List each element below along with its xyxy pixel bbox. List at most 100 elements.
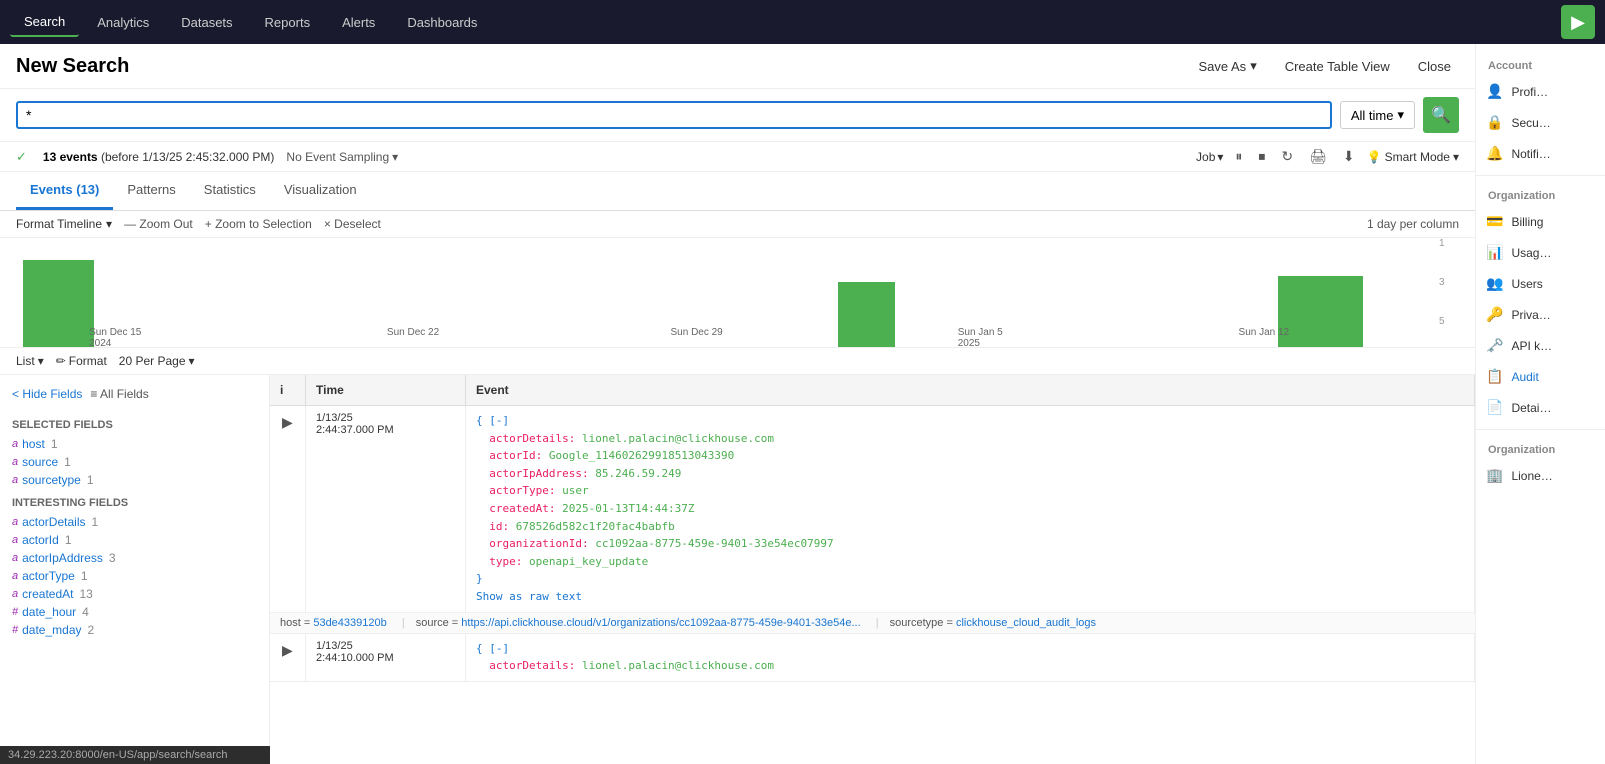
- url-bar: 34.29.223.20:8000/en-US/app/search/searc…: [0, 746, 270, 764]
- expand-button-1[interactable]: ▶: [280, 412, 295, 433]
- status-row: ✓ 13 events (before 1/13/25 2:45:32.000 …: [0, 142, 1475, 172]
- usage-icon: 📊: [1486, 244, 1503, 261]
- nav-item-alerts[interactable]: Alerts: [328, 9, 389, 36]
- timeline-controls: Format Timeline ▾ — Zoom Out + Zoom to S…: [0, 211, 1475, 238]
- tab-patterns[interactable]: Patterns: [113, 172, 189, 210]
- field-sourcetype[interactable]: a sourcetype 1: [0, 471, 269, 489]
- field-createdAt[interactable]: a createdAt 13: [0, 585, 269, 603]
- field-actorId[interactable]: a actorId 1: [0, 531, 269, 549]
- notifications-icon: 🔔: [1486, 145, 1503, 162]
- sidebar-item-profile[interactable]: 👤 Profi…: [1476, 76, 1605, 107]
- stop-button[interactable]: ⏹: [1254, 146, 1269, 167]
- show-raw-button-1[interactable]: Show as raw text: [476, 590, 582, 603]
- deselect-button[interactable]: × Deselect: [324, 217, 381, 231]
- sidebar-item-privacy[interactable]: 🔑 Priva…: [1476, 299, 1605, 330]
- time-cell-1: 1/13/252:44:37.000 PM: [306, 406, 466, 612]
- sidebar-item-billing[interactable]: 💳 Billing: [1476, 206, 1605, 237]
- status-right: Job ▾ ⏸ ⏹ ↻ 🖨 ⬇ 💡 Smart Mode ▾: [1196, 146, 1459, 167]
- close-button[interactable]: Close: [1410, 55, 1459, 78]
- field-actorDetails[interactable]: a actorDetails 1: [0, 513, 269, 531]
- th-expand: i: [270, 375, 306, 405]
- smart-mode-button[interactable]: 💡 Smart Mode ▾: [1367, 150, 1459, 164]
- zoom-to-selection-button[interactable]: + Zoom to Selection: [205, 217, 312, 231]
- sidebar-divider-1: [1476, 175, 1605, 176]
- all-fields-button[interactable]: ≡ All Fields: [90, 387, 148, 401]
- field-date_hour[interactable]: # date_hour 4: [0, 603, 269, 621]
- table-header: i Time Event: [270, 375, 1475, 406]
- search-input-wrap: [16, 101, 1332, 129]
- job-button[interactable]: Job ▾: [1196, 150, 1223, 164]
- results-table: i Time Event ▶ 1/13/252:44:37.000 PM { […: [270, 375, 1475, 764]
- refresh-button[interactable]: ↻: [1277, 146, 1297, 167]
- time-selector[interactable]: All time ▾: [1340, 101, 1415, 129]
- download-button[interactable]: ⬇: [1339, 146, 1359, 167]
- sidebar-item-audit[interactable]: 📋 Audit: [1476, 361, 1605, 392]
- details-icon: 📄: [1486, 399, 1503, 416]
- field-date_mday[interactable]: # date_mday 2: [0, 621, 269, 639]
- account-section-title: Account: [1476, 52, 1605, 76]
- expand-button-2[interactable]: ▶: [280, 640, 295, 661]
- search-bar-row: All time ▾ 🔍: [0, 89, 1475, 142]
- format-timeline-button[interactable]: Format Timeline ▾: [16, 217, 112, 231]
- per-page-button[interactable]: 20 Per Page ▾: [119, 354, 195, 368]
- page-title: New Search: [16, 55, 1190, 78]
- billing-icon: 💳: [1486, 213, 1503, 230]
- metadata-row-1: host = 53de4339120b | source = https://a…: [270, 612, 1475, 633]
- results-controls: List ▾ ✏ Format 20 Per Page ▾: [0, 348, 1475, 375]
- api-keys-icon: 🗝️: [1486, 337, 1503, 354]
- th-time: Time: [306, 375, 466, 405]
- search-go-button[interactable]: 🔍: [1423, 97, 1459, 133]
- chart-area: 5 3 1 Sun Dec 152024 Sun Dec 22: [0, 238, 1475, 348]
- org-section-title: Organization: [1476, 182, 1605, 206]
- sidebar-item-usage[interactable]: 📊 Usag…: [1476, 237, 1605, 268]
- event-cell-1: { [-] actorDetails: lionel.palacin@click…: [466, 406, 1475, 612]
- fields-panel: < Hide Fields ≡ All Fields SELECTED FIEL…: [0, 375, 270, 764]
- sidebar-item-security[interactable]: 🔒 Secu…: [1476, 107, 1605, 138]
- field-host[interactable]: a host 1: [0, 435, 269, 453]
- sidebar-divider-2: [1476, 429, 1605, 430]
- nav-go-button[interactable]: ▶: [1561, 5, 1595, 39]
- sidebar-item-users[interactable]: 👥 Users: [1476, 268, 1605, 299]
- time-cell-2: 1/13/252:44:10.000 PM: [306, 634, 466, 681]
- format-button[interactable]: ✏ Format: [56, 354, 107, 368]
- page-header: New Search Save As ▾ Create Table View C…: [0, 44, 1475, 89]
- main-container: New Search Save As ▾ Create Table View C…: [0, 44, 1605, 764]
- profile-icon: 👤: [1486, 83, 1503, 100]
- sidebar-item-notifications[interactable]: 🔔 Notifi…: [1476, 138, 1605, 169]
- tab-events[interactable]: Events (13): [16, 172, 113, 210]
- column-label: 1 day per column: [1367, 217, 1459, 231]
- search-input[interactable]: [26, 107, 1322, 123]
- collapse-btn-1[interactable]: [-]: [489, 414, 509, 427]
- field-actorIpAddress[interactable]: a actorIpAddress 3: [0, 549, 269, 567]
- pause-button[interactable]: ⏸: [1231, 146, 1246, 167]
- org-icon: 🏢: [1486, 467, 1503, 484]
- create-table-view-button[interactable]: Create Table View: [1277, 55, 1398, 78]
- tab-statistics[interactable]: Statistics: [190, 172, 270, 210]
- nav-item-analytics[interactable]: Analytics: [83, 9, 163, 36]
- chart-x-labels: Sun Dec 152024 Sun Dec 22 Sun Dec 29 Sun…: [16, 327, 1434, 347]
- top-nav: Search Analytics Datasets Reports Alerts…: [0, 0, 1605, 44]
- nav-item-reports[interactable]: Reports: [251, 9, 325, 36]
- hide-fields-button[interactable]: < Hide Fields: [12, 387, 82, 401]
- print-button[interactable]: 🖨: [1305, 146, 1331, 167]
- no-sampling-button[interactable]: No Event Sampling ▾: [286, 150, 398, 164]
- zoom-out-button[interactable]: — Zoom Out: [124, 217, 193, 231]
- tabs-row: Events (13) Patterns Statistics Visualiz…: [0, 172, 1475, 211]
- field-source[interactable]: a source 1: [0, 453, 269, 471]
- chart-y-labels: 5 3 1: [1439, 238, 1459, 327]
- sidebar-item-org-name[interactable]: 🏢 Lione…: [1476, 460, 1605, 491]
- nav-item-search[interactable]: Search: [10, 8, 79, 37]
- check-icon: ✓: [16, 149, 27, 165]
- sidebar-item-api-keys[interactable]: 🗝️ API k…: [1476, 330, 1605, 361]
- fields-header: < Hide Fields ≡ All Fields: [0, 383, 269, 405]
- field-actorType[interactable]: a actorType 1: [0, 567, 269, 585]
- sidebar-item-details[interactable]: 📄 Detai…: [1476, 392, 1605, 423]
- save-as-button[interactable]: Save As ▾: [1190, 54, 1264, 78]
- nav-item-datasets[interactable]: Datasets: [167, 9, 246, 36]
- collapse-btn-2[interactable]: [-]: [489, 642, 509, 655]
- interesting-fields-title: INTERESTING FIELDS: [0, 489, 269, 513]
- list-button[interactable]: List ▾: [16, 354, 44, 368]
- nav-item-dashboards[interactable]: Dashboards: [393, 9, 491, 36]
- tab-visualization[interactable]: Visualization: [270, 172, 371, 210]
- expand-cell-1: ▶: [270, 406, 306, 612]
